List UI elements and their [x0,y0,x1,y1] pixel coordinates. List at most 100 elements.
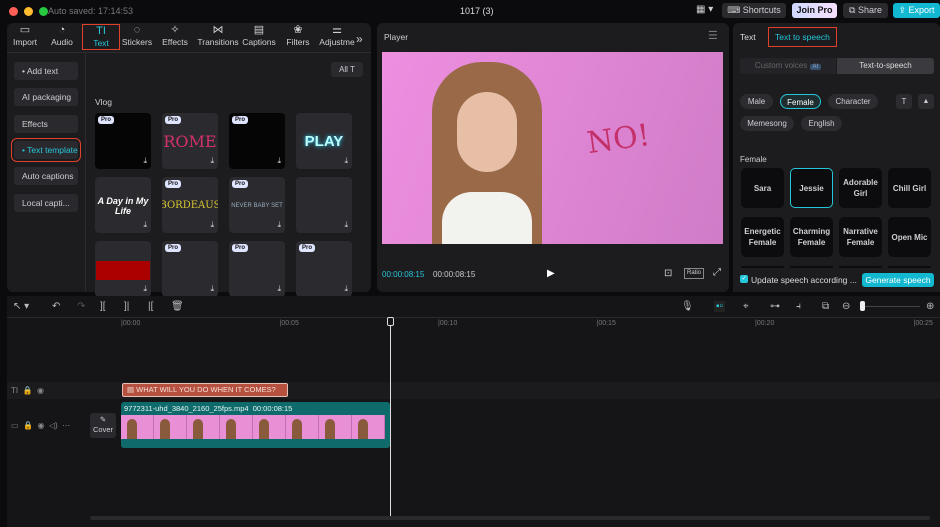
thumbnail-frame [253,415,286,439]
ratio-button[interactable]: Ratio [684,268,705,279]
join-pro-button[interactable]: Join Pro [792,3,837,18]
text-template-card[interactable]: PLAY ⤓ [296,113,352,169]
download-icon: ⤓ [344,284,348,293]
tab-audio[interactable]: ◔ Audio [43,24,81,50]
person-shirt [442,192,532,244]
play-button[interactable]: ▶ [547,268,555,279]
text-template-card[interactable]: Pro ⤓ [229,113,285,169]
playhead-handle[interactable] [387,317,394,326]
filter-character[interactable]: Character [828,94,878,109]
voice-option[interactable]: Open Mic [888,217,931,257]
timeline-scrollbar[interactable] [90,516,930,520]
zoom-slider-handle[interactable] [860,301,865,311]
zoom-fit-icon[interactable]: ⊡ [664,268,672,279]
voice-option[interactable]: Charming Female [790,217,833,257]
undo-icon[interactable]: ↶ [52,301,60,312]
text-template-card[interactable]: Pro BORDEAUS ⤓ [162,177,218,233]
voice-option[interactable]: Jessie [790,168,833,208]
zoom-out-icon[interactable]: ⊖ [842,301,850,312]
layout-icon[interactable]: ▦ ▾ [696,4,713,15]
text-template-card[interactable]: Pro ⤓ [229,241,285,297]
preview-axis-icon[interactable]: ⫞ [796,301,801,312]
text-template-card[interactable]: Pro ⤓ [162,241,218,297]
export-button[interactable]: ⇪ Export [893,3,940,18]
text-template-card[interactable]: Pro ROME ⤓ [162,113,218,169]
sidebar-item[interactable]: • Text template [11,137,81,162]
filter-english[interactable]: English [801,116,842,131]
sidebar-item[interactable]: Auto captions [14,167,78,186]
shortcuts-button[interactable]: ⌨ Shortcuts [722,3,786,18]
segment-custom-voices[interactable]: Custom voices AI [740,58,836,74]
tab-stickers[interactable]: ◌ Stickers [118,24,156,50]
split-icon[interactable]: ][ [100,301,106,312]
time-tick: |00:15 [596,320,616,327]
collapse-icon[interactable]: ▲ [918,94,934,109]
select-tool-icon[interactable]: ↖ ▾ [13,301,29,312]
generate-speech-button[interactable]: Generate speech [862,273,934,287]
sidebar-item[interactable]: AI packaging [14,88,78,107]
text-template-card[interactable]: A Day in My Life ⤓ [95,177,151,233]
tab-text[interactable]: TI Text [82,24,120,50]
minimize-window-button[interactable] [24,7,33,16]
tab-effects[interactable]: ✧ Effects [156,24,194,50]
text-template-card[interactable]: Pro ⤓ [95,113,151,169]
share-button[interactable]: ⧉ Share [843,3,888,18]
voice-option[interactable]: Adorable Girl [839,168,882,208]
zoom-in-icon[interactable]: ⊕ [926,301,934,312]
template-preview-text [95,257,151,283]
split-right-icon[interactable]: |[ [148,301,153,312]
segment-text-to-speech[interactable]: Text-to-speech [837,58,934,74]
filter-male[interactable]: Male [740,94,773,109]
text-template-card[interactable]: Pro NEVER BABY SET ⤓ [229,177,285,233]
video-track-controls[interactable]: ▭ 🔒 ◉ ◁) ⋯ [11,421,70,430]
voice-option[interactable]: Sara [741,168,784,208]
text-template-card[interactable]: ⤓ [296,177,352,233]
auto-snap-icon[interactable]: ⌖ [743,301,749,312]
split-left-icon[interactable]: ]| [124,301,129,312]
voice-option[interactable]: Narrative Female [839,217,882,257]
filter-female[interactable]: Female [780,94,821,109]
video-track-icon: ▭ [11,421,19,430]
voice-option[interactable]: Chill Girl [888,168,931,208]
text-template-card[interactable]: Pro ⤓ [296,241,352,297]
sidebar-item[interactable]: Effects [14,114,78,133]
filter-all-button[interactable]: All T [331,62,363,77]
playhead[interactable] [390,322,391,517]
cover-button[interactable]: ✎ Cover [90,413,116,438]
microphone-icon[interactable]: 🎙 [681,301,694,312]
filter-memesong[interactable]: Memesong [740,116,794,131]
video-preview[interactable]: NO! [382,52,723,244]
tab-import[interactable]: ▭ Import [6,24,44,50]
sidebar-item[interactable]: • Add text [14,62,78,80]
tab-filters[interactable]: ❀ Filters [279,24,317,50]
main-track-magnet-icon[interactable]: ▪▫ [714,301,726,312]
tab-text[interactable]: Text [740,32,756,42]
text-template-card[interactable]: ⤓ [95,241,151,297]
voice-filter-icon[interactable]: T [896,94,912,109]
voice-option[interactable]: Energetic Female [741,217,784,257]
more-tabs-icon[interactable]: » [356,32,363,46]
download-icon: ⤓ [344,220,348,229]
tab-adjustme[interactable]: ⚌ Adjustme [318,24,356,50]
captions-icon: ▤ [253,24,265,36]
thumbnail-frame [121,415,154,439]
maximize-window-button[interactable] [39,7,48,16]
update-speech-checkbox[interactable]: ✓ [740,275,748,283]
zoom-slider[interactable] [860,306,920,307]
text-clip[interactable]: ▤ WHAT WILL YOU DO WHEN IT COMES? [122,383,288,397]
link-icon[interactable]: ⊶ [770,301,780,312]
redo-icon[interactable]: ↷ [77,301,85,312]
tab-transitions[interactable]: ⋈ Transitions [196,24,240,50]
player-menu-icon[interactable]: ☰ [708,29,718,42]
fullscreen-icon[interactable]: ⤢ [713,267,721,278]
tab-captions[interactable]: ▤ Captions [240,24,278,50]
close-window-button[interactable] [9,7,18,16]
delete-icon[interactable]: 🗑 [171,301,184,312]
text-track-controls[interactable]: TI 🔒 ◉ [11,386,44,395]
preview-icon[interactable]: ⧉ [822,301,829,312]
more-icon: ⋯ [62,421,71,430]
video-clip[interactable]: 9772311-uhd_3840_2160_25fps.mp4 00:00:08… [121,402,390,448]
total-time: 00:00:08:15 [433,270,476,279]
tab-text-to-speech[interactable]: Text to speech [768,27,837,47]
sidebar-item[interactable]: Local capti... [14,193,78,212]
